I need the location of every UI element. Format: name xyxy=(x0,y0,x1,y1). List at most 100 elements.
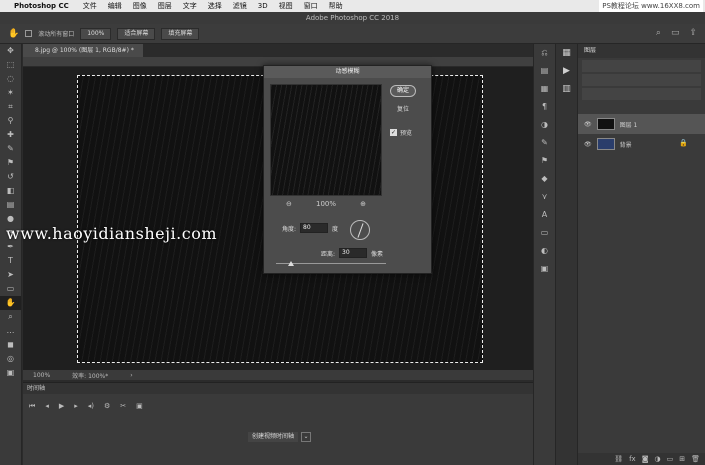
eraser-icon[interactable]: ◧ xyxy=(0,184,21,198)
screen-mode-icon[interactable]: ▣ xyxy=(0,366,21,380)
styles-icon[interactable]: ▭ xyxy=(534,224,555,242)
mute-icon[interactable]: ◂) xyxy=(88,402,94,411)
lock-options[interactable] xyxy=(582,88,701,100)
adjustments-icon[interactable]: ◑ xyxy=(534,116,555,134)
type-tool-icon[interactable]: T xyxy=(0,254,21,268)
split-icon[interactable]: ✂ xyxy=(120,402,126,411)
fx-icon[interactable]: fx xyxy=(629,453,636,465)
status-arrow-icon[interactable]: › xyxy=(130,372,132,379)
share-icon[interactable]: ⇪ xyxy=(689,28,697,38)
menu-edit[interactable]: 编辑 xyxy=(108,1,122,11)
preview-checkbox[interactable]: ✓ 预览 xyxy=(390,128,412,137)
reset-button[interactable]: 复位 xyxy=(390,104,416,116)
hand-tool-icon[interactable]: ✋ xyxy=(8,29,19,39)
menu-view[interactable]: 视图 xyxy=(279,1,293,11)
ok-button[interactable]: 确定 xyxy=(390,85,416,97)
create-video-timeline-button[interactable]: 创建视频时间轴 xyxy=(248,432,299,442)
fit-screen-button[interactable]: 适合屏幕 xyxy=(117,27,156,40)
menu-3d[interactable]: 3D xyxy=(258,2,268,10)
quick-mask-icon[interactable]: ◎ xyxy=(0,352,21,366)
layer-name[interactable]: 图层 1 xyxy=(620,120,638,129)
layer-row[interactable]: 👁 图层 1 xyxy=(578,114,705,134)
blur-preview[interactable] xyxy=(270,84,382,196)
hand-tool-button[interactable]: ✋ xyxy=(0,296,21,310)
new-layer-icon[interactable]: ⊞ xyxy=(679,453,685,465)
menu-help[interactable]: 帮助 xyxy=(329,1,343,11)
search-icon[interactable]: ⌕ xyxy=(656,28,661,38)
lasso-tool-icon[interactable]: ◌ xyxy=(0,72,21,86)
layers-tab[interactable]: 图层 xyxy=(578,44,705,58)
color-swatches[interactable]: ◼ xyxy=(0,338,21,352)
distance-input[interactable]: 30 xyxy=(339,248,368,258)
distance-slider-handle[interactable] xyxy=(288,261,294,266)
character-icon[interactable]: A xyxy=(534,206,555,224)
paths-icon[interactable]: ⋎ xyxy=(534,188,555,206)
marquee-tool-icon[interactable]: ⬚ xyxy=(0,58,21,72)
properties-icon[interactable]: ▤ xyxy=(534,62,555,80)
play-actions-icon[interactable]: ▶ xyxy=(556,62,577,80)
trash-icon[interactable]: 🗑 xyxy=(691,453,700,465)
crop-tool-icon[interactable]: ⌗ xyxy=(0,100,21,114)
paragraph-icon[interactable]: ¶ xyxy=(534,98,555,116)
chevron-down-icon[interactable]: ⌄ xyxy=(301,432,311,442)
eye-icon[interactable]: 👁 xyxy=(584,121,592,128)
menu-image[interactable]: 图像 xyxy=(133,1,147,11)
zoom-in-icon[interactable]: ⊕ xyxy=(360,200,366,208)
layer-name[interactable]: 背景 xyxy=(620,140,632,149)
zoom-out-icon[interactable]: ⊖ xyxy=(286,200,292,208)
more-tools-icon[interactable]: … xyxy=(0,324,21,338)
settings-icon[interactable]: ⚙ xyxy=(104,402,110,411)
app-name[interactable]: Photoshop CC xyxy=(14,2,69,10)
brushes-icon[interactable]: ✎ xyxy=(534,134,555,152)
link-icon[interactable]: ⛓ xyxy=(614,453,623,465)
gradient-icon[interactable]: ▤ xyxy=(0,198,21,212)
libraries-icon[interactable]: ▣ xyxy=(534,260,555,278)
history-brush-icon[interactable]: ↺ xyxy=(0,170,21,184)
zoom-100-button[interactable]: 100% xyxy=(80,27,112,40)
layer-row[interactable]: 👁 背景 🔒 xyxy=(578,134,705,154)
history-icon[interactable]: ⎌ xyxy=(534,44,555,62)
adjustment-layer-icon[interactable]: ◑ xyxy=(655,453,661,465)
eyedropper-icon[interactable]: ⚲ xyxy=(0,114,21,128)
path-select-icon[interactable]: ➤ xyxy=(0,268,21,282)
layer-filter[interactable] xyxy=(582,60,701,72)
clone-source-icon[interactable]: ⚑ xyxy=(534,152,555,170)
menu-window[interactable]: 窗口 xyxy=(304,1,318,11)
info-icon[interactable]: ▥ xyxy=(556,80,577,98)
menu-filter[interactable]: 滤镜 xyxy=(233,1,247,11)
document-tab[interactable]: 8.jpg @ 100% (图层 1, RGB/8#) * xyxy=(23,44,143,57)
layers-footer: ⛓ fx ◙ ◑ ▭ ⊞ 🗑 xyxy=(578,453,705,465)
mask-icon[interactable]: ◙ xyxy=(642,453,649,465)
menu-type[interactable]: 文字 xyxy=(183,1,197,11)
magic-wand-icon[interactable]: ✶ xyxy=(0,86,21,100)
notes-icon[interactable]: ▦ xyxy=(534,80,555,98)
layers-panel-icon[interactable]: ▦ xyxy=(556,44,577,62)
workspace-icon[interactable]: ▭ xyxy=(671,28,680,38)
group-icon[interactable]: ▭ xyxy=(667,453,674,465)
brush-tool-icon[interactable]: ✎ xyxy=(0,142,21,156)
shape-tool-icon[interactable]: ▭ xyxy=(0,282,21,296)
fill-screen-button[interactable]: 填充屏幕 xyxy=(161,27,200,40)
status-zoom[interactable]: 100% xyxy=(33,372,50,379)
transition-icon[interactable]: ▣ xyxy=(136,402,143,411)
angle-input[interactable]: 80 xyxy=(300,223,329,233)
first-frame-icon[interactable]: ⏮ xyxy=(29,402,35,411)
prev-frame-icon[interactable]: ◂ xyxy=(45,402,49,411)
blend-mode-select[interactable] xyxy=(582,74,701,86)
next-frame-icon[interactable]: ▸ xyxy=(74,402,78,411)
angle-dial[interactable] xyxy=(350,220,370,240)
healing-brush-icon[interactable]: ✚ xyxy=(0,128,21,142)
site-watermark: PS教程论坛 www.16XX8.com xyxy=(599,0,703,12)
menu-file[interactable]: 文件 xyxy=(83,1,97,11)
menu-select[interactable]: 选择 xyxy=(208,1,222,11)
zoom-tool-icon[interactable]: ⌕ xyxy=(0,310,21,324)
swatches-icon[interactable]: ◆ xyxy=(534,170,555,188)
eye-icon[interactable]: 👁 xyxy=(584,141,592,148)
checkmark-icon[interactable]: ✓ xyxy=(390,129,397,136)
color-icon[interactable]: ◐ xyxy=(534,242,555,260)
move-tool-icon[interactable]: ✥ xyxy=(0,44,21,58)
stamp-tool-icon[interactable]: ⚑ xyxy=(0,156,21,170)
play-icon[interactable]: ▶ xyxy=(59,402,64,411)
scroll-all-checkbox[interactable] xyxy=(25,30,33,37)
menu-layer[interactable]: 图层 xyxy=(158,1,172,11)
